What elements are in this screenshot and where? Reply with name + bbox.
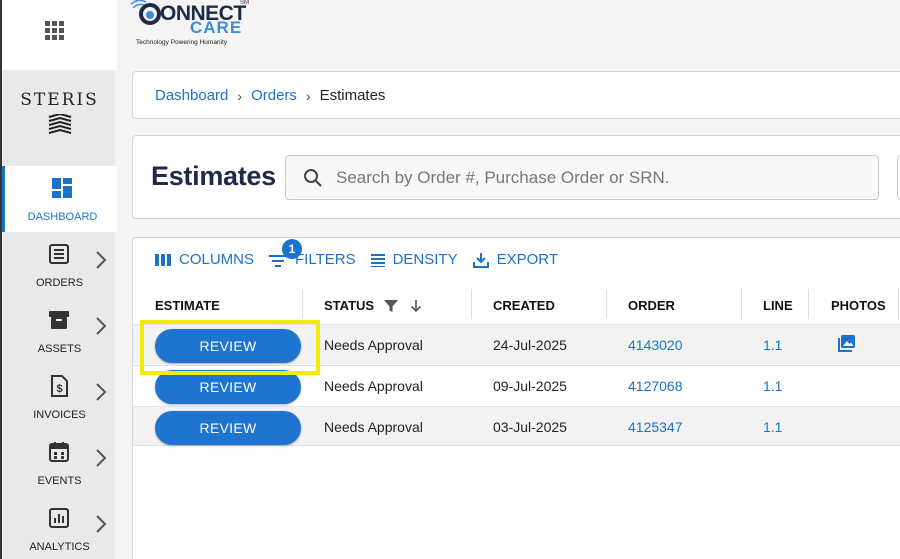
logo-sm-mark: SM [240, 0, 249, 6]
app-launcher-area [2, 0, 117, 70]
created-cell: 24-Jul-2025 [493, 337, 567, 353]
breadcrumb: Dashboard › Orders › Estimates [155, 87, 385, 104]
download-icon [472, 252, 489, 268]
title-card: Estimates [132, 135, 900, 219]
export-button[interactable]: EXPORT [472, 251, 559, 268]
header-label: STATUS [324, 298, 375, 313]
sidebar-item-orders[interactable]: ORDERS [2, 232, 117, 298]
chevron-right-icon [96, 383, 107, 401]
dashboard-icon [52, 178, 72, 198]
chevron-right-icon [96, 515, 107, 533]
review-button[interactable]: REVIEW [155, 370, 301, 404]
sidebar-item-dashboard[interactable]: DASHBOARD [2, 166, 117, 232]
header-label: LINE [763, 298, 793, 313]
column-header-line[interactable]: LINE [763, 287, 793, 324]
line-link[interactable]: 1.1 [763, 325, 782, 365]
sidebar-item-label: INVOICES [33, 409, 86, 421]
column-header-status[interactable]: STATUS [324, 287, 422, 324]
sidebar-item-label: ANALYTICS [29, 541, 90, 553]
logo-care-text: CARE [190, 18, 243, 37]
sort-arrow-down-icon[interactable] [410, 299, 422, 313]
table-row[interactable]: REVIEW Needs Approval 03-Jul-2025 412534… [133, 406, 900, 446]
density-icon [370, 253, 385, 267]
column-divider[interactable] [898, 289, 899, 319]
column-header-photos[interactable]: PHOTOS [831, 287, 886, 324]
order-link[interactable]: 4125347 [628, 407, 683, 447]
filter-count-badge: 1 [282, 239, 303, 259]
columns-button[interactable]: COLUMNS [155, 251, 254, 268]
column-header-order[interactable]: ORDER [628, 287, 675, 324]
column-divider[interactable] [606, 289, 607, 319]
breadcrumb-chevron-icon: › [237, 87, 243, 104]
grid-toolbar: COLUMNS 1 FILTERS DENSITY EXPORT [155, 239, 573, 268]
assets-icon [49, 311, 69, 329]
steris-wordmark: STERIS [20, 90, 99, 110]
page-title: Estimates [151, 161, 276, 191]
app-grid-icon[interactable] [45, 20, 64, 40]
status-cell: Needs Approval [324, 419, 423, 435]
created-cell: 03-Jul-2025 [493, 419, 567, 435]
chevron-right-icon [96, 449, 107, 467]
sidebar-item-label: DASHBOARD [27, 211, 98, 223]
filter-funnel-icon[interactable] [384, 299, 399, 313]
steris-logo: STERIS [2, 90, 117, 139]
density-button[interactable]: DENSITY [370, 251, 458, 268]
header-label: PHOTOS [831, 298, 886, 313]
table-header: ESTIMATE STATUS CREATED ORDER LINE PHOTO… [133, 287, 900, 324]
breadcrumb-orders[interactable]: Orders [251, 87, 297, 104]
sidebar-item-analytics[interactable]: ANALYTICS [2, 496, 117, 559]
header-label: ORDER [628, 298, 675, 313]
line-link[interactable]: 1.1 [763, 407, 782, 447]
search-icon [304, 169, 322, 187]
chevron-right-icon [96, 251, 107, 269]
sidebar-item-invoices[interactable]: $ INVOICES [2, 364, 117, 430]
columns-icon [155, 253, 171, 266]
column-divider[interactable] [741, 289, 742, 319]
breadcrumb-chevron-icon: › [305, 87, 311, 104]
svg-text:$: $ [56, 383, 62, 395]
header-label: ESTIMATE [155, 298, 220, 313]
order-link[interactable]: 4143020 [628, 325, 683, 365]
filters-label: FILTERS [295, 251, 356, 268]
logo-tagline: Technology Powering Humanity [136, 39, 228, 46]
invoices-icon: $ [51, 375, 68, 397]
filters-button[interactable]: 1 FILTERS [269, 239, 356, 268]
status-cell: Needs Approval [324, 378, 423, 394]
review-button[interactable]: REVIEW [155, 411, 301, 445]
status-cell: Needs Approval [324, 337, 423, 353]
steris-waves-icon [48, 114, 71, 134]
sidebar-item-assets[interactable]: ASSETS [2, 298, 117, 364]
breadcrumb-dashboard[interactable]: Dashboard [155, 87, 228, 104]
line-link[interactable]: 1.1 [763, 366, 782, 406]
sidebar-item-label: EVENTS [37, 475, 82, 487]
density-label: DENSITY [392, 251, 458, 268]
photo-icon[interactable] [838, 335, 855, 352]
sidebar-item-label: ASSETS [37, 343, 82, 355]
analytics-icon [49, 508, 69, 528]
connect-care-logo[interactable]: ONNECT CARE SM Technology Powering Human… [128, 0, 258, 60]
sidebar-item-label: ORDERS [35, 277, 84, 289]
column-divider[interactable] [302, 289, 303, 319]
search-box[interactable] [285, 155, 879, 200]
app-root: STERIS DASHBOARD ORDERS ASSETS $ INVOICE… [0, 0, 900, 559]
left-sidebar: STERIS DASHBOARD ORDERS ASSETS $ INVOICE… [0, 0, 117, 559]
columns-label: COLUMNS [179, 251, 255, 268]
created-cell: 09-Jul-2025 [493, 378, 567, 394]
events-icon [49, 442, 69, 462]
estimates-table-card: COLUMNS 1 FILTERS DENSITY EXPORT ESTIMAT… [132, 237, 900, 559]
review-highlight-box [140, 320, 320, 375]
breadcrumb-card: Dashboard › Orders › Estimates [132, 71, 900, 119]
breadcrumb-current: Estimates [319, 87, 386, 104]
column-header-created[interactable]: CREATED [493, 287, 555, 324]
column-divider[interactable] [471, 289, 472, 319]
search-input[interactable] [336, 156, 866, 199]
orders-icon [49, 244, 69, 264]
chevron-right-icon [96, 317, 107, 335]
export-label: EXPORT [496, 251, 559, 268]
column-divider[interactable] [808, 289, 809, 319]
header-label: CREATED [493, 298, 555, 313]
sidebar-item-events[interactable]: EVENTS [2, 430, 117, 496]
order-link[interactable]: 4127068 [628, 366, 683, 406]
column-header-estimate[interactable]: ESTIMATE [155, 287, 220, 324]
